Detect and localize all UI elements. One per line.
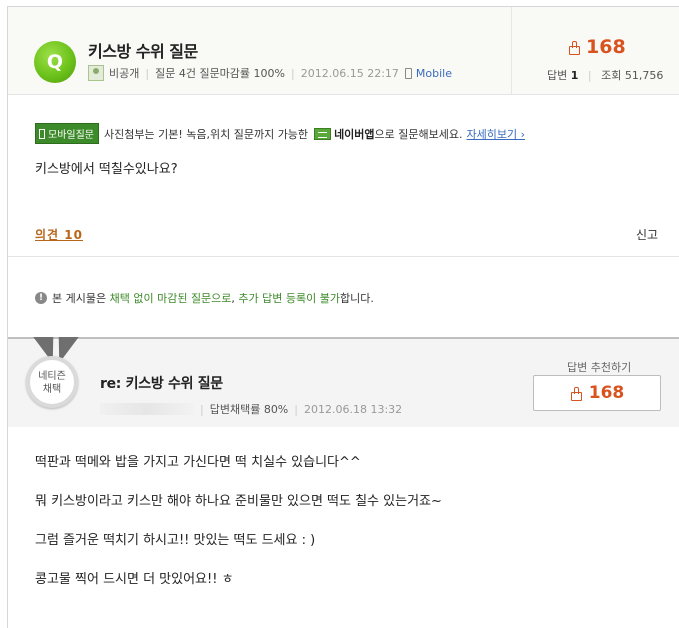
question-stats: 질문 4건 질문마감률 100% [155,67,285,80]
qna-frame: Q 키스방 수위 질문 비공개 | 질문 4건 질문마감률 100% | 201… [7,6,679,628]
user-avatar-icon [88,65,104,81]
question-date: 2012.06.15 22:17 [300,66,399,80]
phone-icon [39,128,45,139]
thumbs-up-icon [570,387,582,401]
detail-link[interactable]: 자세히보기 › [467,126,526,142]
views-label: 조회 [601,69,622,82]
recommend-answer-button[interactable]: 168 [533,375,661,411]
meta-separator: | [294,402,298,416]
medal-line1: 네티즌 [38,371,66,382]
closed-note-part2: 채택 없이 마감된 질문으로 [109,292,232,305]
mobile-phone-icon [404,67,412,79]
closed-note-part4: 추가 답변 등록이 불가 [238,292,340,305]
meta-separator: | [291,66,295,80]
mobile-notice: 모바일질문 사진첨부는 기본! 녹음,위치 질문까지 가능한 네이버앱 으로 질… [35,123,525,144]
report-link[interactable]: 신고 [636,226,658,243]
answer-paragraph: 떡판과 떡메와 밥을 가지고 가신다면 떡 치실수 있습니다^^ [35,455,361,470]
question-badge-icon: Q [34,41,76,83]
question-likes-value: 168 [586,36,626,58]
answer-likes-value: 168 [588,383,625,403]
notice-text: 사진첨부는 기본! 녹음,위치 질문까지 가능한 [104,127,309,141]
answer-view-stats: 답변 1 | 조회 51,756 [547,67,663,83]
naver-app-icon [314,127,332,140]
question-body: 키스방에서 떡칠수있나요? [35,162,178,177]
naver-app-name: 네이버앱 [334,127,375,141]
meta-separator: | [587,69,592,82]
meta-separator: | [145,66,150,80]
views-count: 51,756 [624,69,664,82]
netizen-choice-medal-icon: 네티즌 채택 [26,356,78,408]
question-like-count[interactable]: 168 [568,36,626,58]
question-author[interactable]: 비공개 [109,65,139,81]
question-header: Q 키스방 수위 질문 비공개 | 질문 4건 질문마감률 100% | 201… [8,7,679,95]
answers-count: 1 [570,69,579,82]
closed-notice: ! 본 게시물은 채택 없이 마감된 질문으로, 추가 답변 등록이 불가 합니다… [35,290,374,306]
mobile-badge-label: 모바일질문 [48,130,94,141]
mobile-label: Mobile [415,66,452,80]
thumbs-up-icon [568,41,580,55]
mobile-question-badge: 모바일질문 [35,123,99,144]
meta-separator: | [200,402,204,416]
answer-title: re: 키스방 수위 질문 [100,376,223,392]
answer-date: 2012.06.18 13:32 [303,402,403,416]
info-icon: ! [35,292,47,304]
closed-note-part5: 합니다. [340,292,374,305]
answer-paragraph: 그럼 즐거운 떡치기 하시고!! 맛있는 떡도 드세요 : ) [35,533,316,548]
answer-body: 떡판과 떡메와 밥을 가지고 가신다면 떡 치실수 있습니다^^ 뭐 키스방이라… [35,456,442,612]
closed-note-part1: 본 게시물은 [52,292,107,305]
answer-paragraph: 콩고물 찍어 드시면 더 맛있어요!! ㅎ [35,572,234,587]
answer-meta: | 답변채택률 80% | 2012.06.18 13:32 [100,401,402,417]
opinion-link[interactable]: 의견 10 [35,226,83,243]
notice-text-after: 으로 질문해보세요. [374,127,463,141]
question-title[interactable]: 키스방 수위 질문 [88,38,198,62]
medal-line2: 채택 [42,384,62,395]
question-meta: 비공개 | 질문 4건 질문마감률 100% | 2012.06.15 22:1… [88,65,452,81]
question-stats-panel: 168 답변 1 | 조회 51,756 [511,7,679,95]
answerer-name-blurred [100,403,194,415]
closed-note-part3: , [231,291,235,305]
answers-label: 답변 [547,69,568,82]
divider [8,256,679,257]
answer-adopt-rate: 답변채택률 80% [209,403,289,416]
recommend-label: 답변 추천하기 [567,361,632,374]
answer-paragraph: 뭐 키스방이라고 키스만 해야 하나요 준비물만 있으면 떡도 칠수 있는거죠~ [35,494,442,509]
